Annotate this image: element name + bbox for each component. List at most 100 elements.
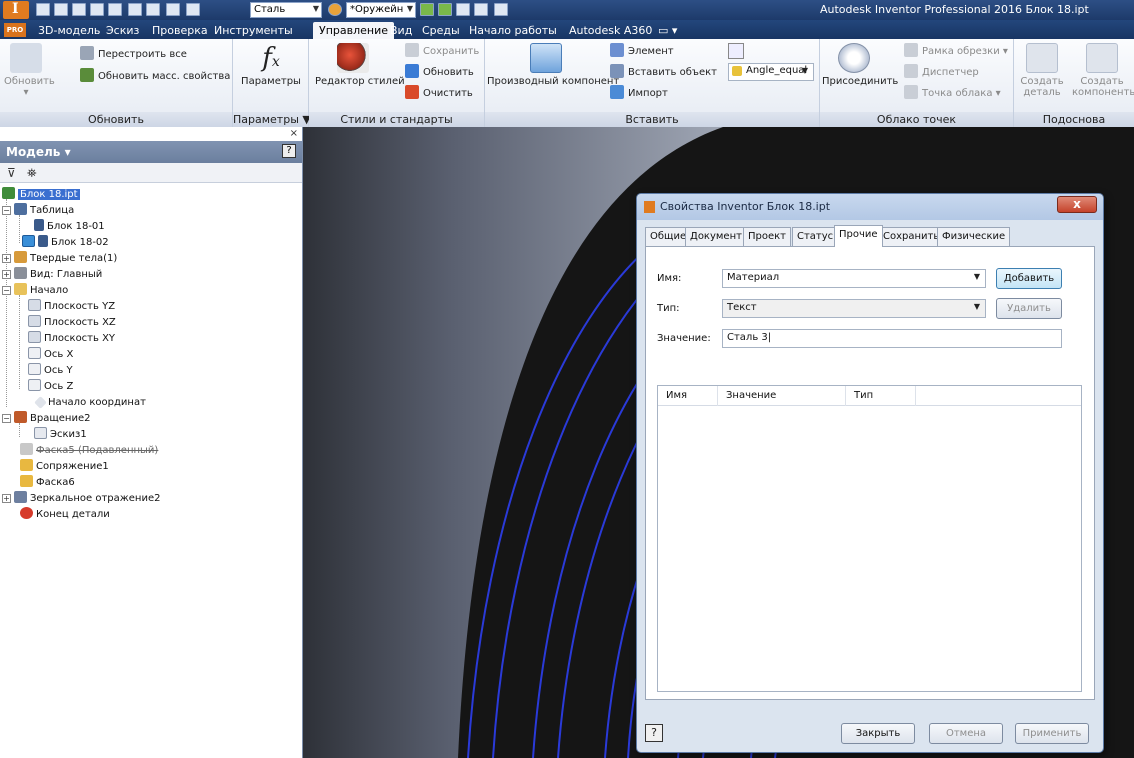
- update-mass-properties-button[interactable]: Обновить масс. свойства: [80, 68, 230, 84]
- rebuild-all-button[interactable]: Перестроить все: [80, 46, 187, 62]
- ifeature-catalog-icon[interactable]: [728, 43, 744, 59]
- new-icon[interactable]: [36, 3, 50, 16]
- tab-inspect[interactable]: Проверка: [146, 22, 214, 39]
- clear-appearance-icon[interactable]: [438, 3, 452, 16]
- cloud-point-button[interactable]: Точка облака ▾: [904, 85, 1001, 101]
- tree-item-revolve[interactable]: − Вращение2: [2, 411, 90, 427]
- tree-item-plane-xy[interactable]: Плоскость XY: [28, 331, 115, 347]
- collapse-icon[interactable]: −: [2, 414, 11, 423]
- redo-icon[interactable]: [108, 3, 122, 16]
- tree-item-solid-bodies[interactable]: + Твердые тела(1): [2, 251, 117, 267]
- manager-button[interactable]: Диспетчер: [904, 64, 979, 80]
- tree-item-view[interactable]: + Вид: Главный: [2, 267, 102, 283]
- open-icon[interactable]: [54, 3, 68, 16]
- collapse-icon[interactable]: −: [2, 286, 11, 295]
- checkbox-checked-icon[interactable]: [22, 235, 35, 247]
- cancel-button[interactable]: Отмена: [929, 723, 1003, 744]
- tree-item-axis-y[interactable]: Ось Y: [28, 363, 73, 379]
- home-icon[interactable]: [128, 3, 142, 16]
- tree-item-chamfer-suppressed[interactable]: Фаска5 (Подавленный): [20, 443, 158, 459]
- parameters-button[interactable]: fx Параметры: [241, 43, 301, 87]
- expand-icon[interactable]: +: [2, 254, 11, 263]
- tab-document[interactable]: Документ: [685, 227, 747, 246]
- tree-item-mirror[interactable]: + Зеркальное отражение2: [2, 491, 160, 507]
- dialog-help-button[interactable]: ?: [645, 724, 663, 742]
- tab-sketch[interactable]: Эскиз: [100, 22, 145, 39]
- measure-icon[interactable]: [474, 3, 488, 16]
- tree-item-member-01[interactable]: Блок 18-01: [34, 219, 105, 235]
- tab-more-icon[interactable]: ▭ ▾: [652, 22, 683, 39]
- tab-tools[interactable]: Инструменты: [208, 22, 299, 39]
- collapse-icon[interactable]: −: [2, 206, 11, 215]
- attach-button[interactable]: Присоединить: [822, 43, 898, 87]
- tab-view[interactable]: Вид: [384, 22, 418, 39]
- ifeature-button[interactable]: Элемент: [610, 43, 674, 59]
- update-button[interactable]: Обновить ▾: [4, 43, 55, 98]
- custom-properties-table[interactable]: Имя Значение Тип: [657, 385, 1082, 692]
- tab-physical[interactable]: Физические: [937, 227, 1011, 246]
- column-header-value[interactable]: Значение: [718, 386, 846, 406]
- browser-title-dropdown[interactable]: Модель ▾: [6, 145, 71, 159]
- adjust-icon[interactable]: [420, 3, 434, 16]
- save-icon[interactable]: [72, 3, 86, 16]
- tree-item-table[interactable]: − Таблица: [2, 203, 74, 219]
- delete-button[interactable]: Удалить: [996, 298, 1062, 319]
- tree-item-origin[interactable]: − Начало: [2, 283, 68, 299]
- inventor-app-icon[interactable]: [3, 1, 29, 19]
- tab-3d-model[interactable]: 3D-модель: [32, 22, 106, 39]
- tree-item-part[interactable]: Блок 18.ipt: [2, 187, 80, 203]
- tab-save[interactable]: Сохранить: [878, 227, 945, 246]
- tree-item-axis-z[interactable]: Ось Z: [28, 379, 73, 395]
- value-input[interactable]: Сталь 3|: [722, 329, 1062, 348]
- tab-manage[interactable]: Управление: [313, 22, 395, 39]
- name-combo[interactable]: Материал ▼: [722, 269, 986, 288]
- close-button[interactable]: Закрыть: [841, 723, 915, 744]
- select-icon[interactable]: [166, 3, 180, 16]
- tree-item-chamfer[interactable]: Фаска6: [20, 475, 75, 491]
- purge-style-button[interactable]: Очистить: [405, 85, 473, 101]
- tab-custom[interactable]: Прочие: [834, 225, 883, 247]
- ifeature-combo[interactable]: Angle_equal ▼: [728, 63, 814, 81]
- tree-item-end-of-part[interactable]: Конец детали: [20, 507, 110, 523]
- tab-get-started[interactable]: Начало работы: [463, 22, 563, 39]
- filter-icon[interactable]: ⊽: [7, 166, 16, 180]
- column-header-type[interactable]: Тип: [846, 386, 916, 406]
- tab-status[interactable]: Статус: [792, 227, 839, 246]
- tree-item-member-02[interactable]: Блок 18-02: [22, 235, 109, 251]
- dialog-close-button[interactable]: x: [1057, 196, 1097, 213]
- tab-environments[interactable]: Среды: [416, 22, 466, 39]
- create-substitute-components-button[interactable]: Создать компоненты: [1072, 43, 1134, 98]
- save-style-button[interactable]: Сохранить: [405, 43, 479, 59]
- dialog-titlebar[interactable]: Свойства Inventor Блок 18.ipt x: [637, 194, 1103, 220]
- qat-more-icon[interactable]: [494, 3, 508, 16]
- expand-icon[interactable]: +: [2, 270, 11, 279]
- tab-a360[interactable]: Autodesk A360: [563, 22, 658, 39]
- expand-icon[interactable]: +: [2, 494, 11, 503]
- style-editor-button[interactable]: Редактор стилей: [315, 43, 405, 87]
- color-icon[interactable]: [186, 3, 200, 16]
- create-substitute-part-button[interactable]: Создать деталь: [1016, 43, 1068, 98]
- browser-close-button[interactable]: ×: [290, 128, 298, 139]
- tree-item-plane-xz[interactable]: Плоскость XZ: [28, 315, 116, 331]
- tree-item-sketch[interactable]: Эскиз1: [34, 427, 87, 443]
- apply-button[interactable]: Применить: [1015, 723, 1089, 744]
- find-binoculars-icon[interactable]: ⛯: [27, 166, 37, 181]
- insert-object-button[interactable]: Вставить объект: [610, 64, 717, 80]
- tree-item-fillet[interactable]: Сопряжение1: [20, 459, 109, 475]
- tree-item-plane-yz[interactable]: Плоскость YZ: [28, 299, 115, 315]
- import-button[interactable]: Импорт: [610, 85, 668, 101]
- material-combo[interactable]: Сталь ▼: [250, 2, 322, 18]
- update-style-button[interactable]: Обновить: [405, 64, 474, 80]
- fx-icon[interactable]: [456, 3, 470, 16]
- add-button[interactable]: Добавить: [996, 268, 1062, 289]
- derived-component-button[interactable]: Производный компонент: [487, 43, 619, 87]
- column-header-name[interactable]: Имя: [658, 386, 718, 406]
- undo-icon[interactable]: [90, 3, 104, 16]
- appearance-ball-icon[interactable]: [328, 3, 342, 16]
- appearance-combo[interactable]: *Оружейн ▼: [346, 2, 416, 18]
- print-icon[interactable]: [146, 3, 160, 16]
- crop-frame-button[interactable]: Рамка обрезки ▾: [904, 43, 1008, 59]
- tree-item-center-point[interactable]: Начало координат: [34, 395, 146, 411]
- parameters-panel-title[interactable]: Параметры ▼: [233, 112, 311, 127]
- type-combo[interactable]: Текст ▼: [722, 299, 986, 318]
